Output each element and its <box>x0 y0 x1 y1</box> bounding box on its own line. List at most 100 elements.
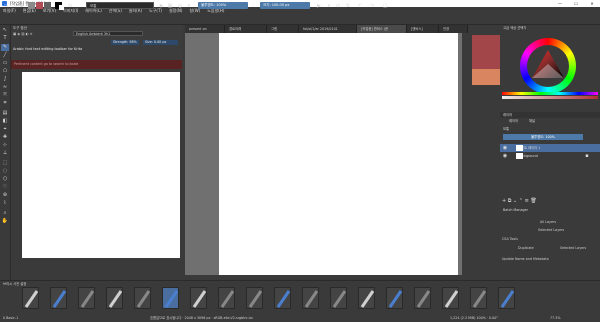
dropdown-chevron-icon[interactable]: ▾ <box>186 3 192 9</box>
brush-preset-tile[interactable] <box>274 287 291 309</box>
swap-colors-icon[interactable]: ⇆ <box>67 3 73 9</box>
brush-preset-tile[interactable] <box>246 287 263 309</box>
undo-icon[interactable]: ↶ <box>357 3 363 9</box>
color-triangle[interactable] <box>530 48 566 80</box>
polygon-tool-icon[interactable]: ⬠ <box>1 68 9 75</box>
minimize-icon[interactable]: — <box>552 0 568 7</box>
eraser-icon[interactable]: ◆ <box>158 3 164 9</box>
close-icon[interactable]: ✕ <box>584 0 600 7</box>
visibility-eye-icon[interactable]: ◉ <box>502 145 508 151</box>
ellipse-select-tool-icon[interactable]: ◌ <box>1 168 9 175</box>
layer-opacity-slider[interactable]: 불투명도: 100% <box>503 134 583 140</box>
blend-mode-select[interactable]: 보통 <box>86 2 154 9</box>
brush-preset-tile[interactable] <box>386 287 403 309</box>
size-slider[interactable]: Size: 0.00 px <box>143 40 178 45</box>
polygon-select-tool-icon[interactable]: ⬡ <box>1 176 9 183</box>
redo-icon[interactable]: ↷ <box>369 3 375 9</box>
background-color-preview[interactable] <box>472 69 500 85</box>
tab-document[interactable]: present on <box>185 25 225 33</box>
fit-page-icon[interactable]: ▢ <box>382 3 388 9</box>
gradient-tool-icon[interactable]: ▤ <box>1 110 9 117</box>
option-selected-layers[interactable]: Selected Layers <box>538 228 564 232</box>
option-all-layers[interactable]: All Layers <box>540 220 556 224</box>
selected-layers-button[interactable]: Selected Layers <box>560 246 586 250</box>
brush-preset-tile[interactable] <box>302 287 319 309</box>
brush-preset-tile[interactable] <box>442 287 459 309</box>
brush-preset-tile[interactable] <box>218 287 235 309</box>
brush-preset-tile[interactable] <box>498 287 515 309</box>
brush-preset-tile[interactable] <box>22 287 39 309</box>
smart-patch-tool-icon[interactable]: ✚ <box>1 134 9 141</box>
tab-channels[interactable]: 채널 <box>526 118 546 124</box>
brush-preset-tile[interactable] <box>106 287 123 309</box>
chevron-down-icon[interactable]: ▾ <box>326 3 332 9</box>
freehand-select-tool-icon[interactable]: ♡ <box>1 184 9 191</box>
gradient-swatch[interactable] <box>36 2 43 9</box>
save-icon[interactable]: ▪ <box>19 3 25 9</box>
similar-select-tool-icon[interactable]: ⊛ <box>1 192 9 199</box>
pattern-swatch[interactable] <box>28 2 35 9</box>
tab-document[interactable]: [캔버스] <box>407 25 439 33</box>
brush-preset-tile[interactable] <box>50 287 67 309</box>
brush-preset-tile[interactable] <box>470 287 487 309</box>
properties-icon[interactable]: ≡ <box>525 198 529 204</box>
crop-tool-icon[interactable]: ⌗ <box>1 100 9 107</box>
rectangle-tool-icon[interactable]: ▭ <box>1 60 9 67</box>
delete-layer-icon[interactable]: 🗑 <box>530 198 536 204</box>
background-color-swatch[interactable] <box>59 5 64 10</box>
status-zoom[interactable]: 77.3% <box>550 314 560 322</box>
lock-icon[interactable]: ▪ <box>584 153 590 159</box>
preserve-alpha-icon[interactable]: ▦ <box>167 3 173 9</box>
add-layer-icon[interactable]: + <box>502 198 506 204</box>
brush-preset-tile[interactable] <box>330 287 347 309</box>
select-shapes-tool-icon[interactable]: ↖ <box>1 27 9 34</box>
brush-preset-tile[interactable] <box>78 287 95 309</box>
tab-document[interactable]: 그렙 <box>267 25 299 33</box>
brush-preset-tile[interactable] <box>134 287 151 309</box>
fill-tool-icon[interactable]: ◧ <box>1 118 9 125</box>
transform-tool-icon[interactable]: ⤧ <box>1 92 9 99</box>
color-picker-tool-icon[interactable]: ⌖ <box>1 126 9 133</box>
duplicate-layer-icon[interactable]: ⧉ <box>508 198 512 204</box>
foreground-color-preview[interactable] <box>472 35 500 69</box>
tab-document-active[interactable]: [작업중] 캔버스 (문 <box>357 25 407 33</box>
brush-preset-tile[interactable] <box>414 287 431 309</box>
strength-slider[interactable]: Strength: 98% <box>111 40 139 45</box>
brush-preset-tile[interactable] <box>162 287 179 309</box>
brush-preset-tile[interactable] <box>358 287 375 309</box>
tab-layers[interactable]: 레이어 <box>506 118 526 124</box>
pan-tool-icon[interactable]: ✋ <box>1 218 9 225</box>
tab-document[interactable]: fol/ol/1/ar 2019/0101 <box>299 25 357 33</box>
mirror-vertical-icon[interactable]: ⇅ <box>345 3 351 9</box>
open-icon[interactable]: ▭ <box>11 3 17 9</box>
freehand-brush-tool-icon[interactable]: ✎ <box>1 44 9 51</box>
assistant-tool-icon[interactable]: ⊹ <box>1 142 9 149</box>
zoom-tool-icon[interactable]: ⌕ <box>1 210 9 217</box>
play-icon[interactable]: ▶ <box>316 3 322 9</box>
font-select[interactable]: English Ambient 3h1 <box>73 31 143 36</box>
new-document-icon[interactable]: ▫ <box>3 3 9 9</box>
layer-item[interactable]: 페인트 레이어 1 <box>500 144 600 152</box>
maximize-icon[interactable]: ☐ <box>568 0 584 7</box>
wrap-around-icon[interactable]: ◎ <box>177 3 183 9</box>
brush-preset-tile[interactable] <box>190 287 207 309</box>
brush-size-slider[interactable]: 크기: 100.00 px <box>260 2 310 9</box>
duplicate-button[interactable]: Duplicate <box>518 246 534 250</box>
mirror-horizontal-icon[interactable]: ⇄ <box>335 3 341 9</box>
canvas-page[interactable] <box>219 33 458 275</box>
bezier-select-tool-icon[interactable]: ⌇ <box>1 200 9 207</box>
dynamic-brush-tool-icon[interactable]: ≈ <box>1 84 9 91</box>
tab-document[interactable]: 경로아래 <box>225 25 267 33</box>
hsv-sliders[interactable] <box>502 92 598 102</box>
move-down-icon[interactable]: ⌄ <box>513 198 517 204</box>
bezier-tool-icon[interactable]: ∫ <box>1 76 9 83</box>
visibility-eye-icon[interactable]: ◉ <box>502 153 508 159</box>
layer-blend-mode[interactable]: 보통 <box>500 126 540 132</box>
fill-swatch[interactable] <box>44 2 51 9</box>
opacity-slider[interactable]: 불투명도: 100% <box>198 2 248 9</box>
tab-document[interactable]: 전경 <box>439 25 468 33</box>
line-tool-icon[interactable]: ╱ <box>1 52 9 59</box>
text-tool-icon[interactable]: T <box>1 35 9 42</box>
rect-select-tool-icon[interactable]: ⬚ <box>1 160 9 167</box>
measure-tool-icon[interactable]: ⟂ <box>1 150 9 157</box>
